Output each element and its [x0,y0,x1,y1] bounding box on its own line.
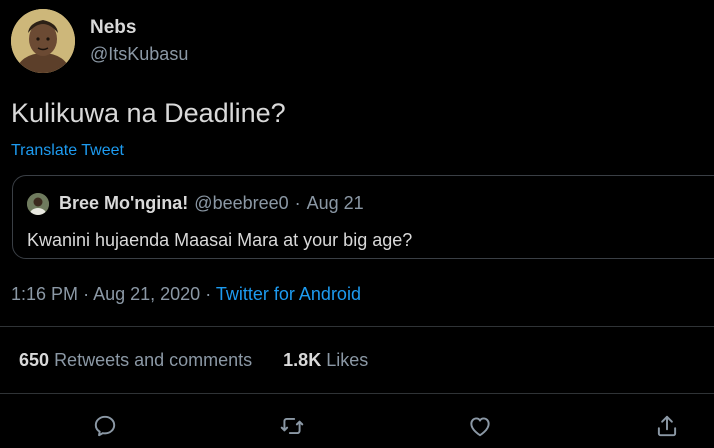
author-display-name[interactable]: Nebs [90,17,136,39]
divider [0,326,714,327]
likes-count: 1.8K [283,350,322,370]
quoted-date: Aug 21 [306,193,364,213]
quoted-tweet-card[interactable]: Bree Mo'ngina! @beebree0 · Aug 21 Kwanini h… [12,175,714,259]
quoted-text: Kwanini hujaenda Maasai Mara at your big… [27,230,413,250]
tweet-time[interactable]: 1:16 PM [11,284,78,304]
like-icon [470,417,490,437]
retweets-label: Retweets and comments [54,350,253,370]
retweets-stat[interactable]: 650 Retweets and comments [19,350,252,371]
retweet-button[interactable] [272,406,312,446]
avatar-illustration-icon [11,9,75,73]
tweet-source-link[interactable]: Twitter for Android [216,284,361,304]
tweet-meta-separator: · [205,284,212,304]
retweets-count: 650 [19,350,50,370]
tweet-detail: Nebs @ItsKubasu Kulikuwa na Deadline? Tr… [0,0,714,448]
quoted-display-name: Bree Mo'ngina! [59,193,189,213]
quoted-avatar-illustration-icon [27,193,49,215]
like-button[interactable] [460,406,500,446]
share-button[interactable] [647,406,687,446]
likes-label: Likes [326,350,369,370]
tweet-text: Kulikuwa na Deadline? [11,98,286,128]
quoted-handle: @beebree0 [194,193,289,213]
share-icon [657,415,677,437]
tweet-meta-separator: · [83,284,90,304]
tweet-stats: 650 Retweets and comments 1.8K Likes [19,350,394,371]
translate-tweet-link[interactable]: Translate Tweet [11,142,124,160]
tweet-date[interactable]: Aug 21, 2020 [93,284,200,304]
quoted-header: Bree Mo'ngina! @beebree0 · Aug 21 [59,193,364,214]
avatar[interactable] [11,9,75,73]
divider [0,393,714,394]
quoted-separator: · [294,193,301,213]
reply-button[interactable] [85,406,125,446]
reply-icon [94,415,116,437]
quoted-avatar [27,193,49,215]
author-handle[interactable]: @ItsKubasu [90,44,188,65]
likes-stat[interactable]: 1.8K Likes [283,350,368,371]
tweet-meta: 1:16 PM · Aug 21, 2020 · Twitter for And… [11,284,361,305]
retweet-icon [280,417,304,435]
action-bar [0,406,714,446]
